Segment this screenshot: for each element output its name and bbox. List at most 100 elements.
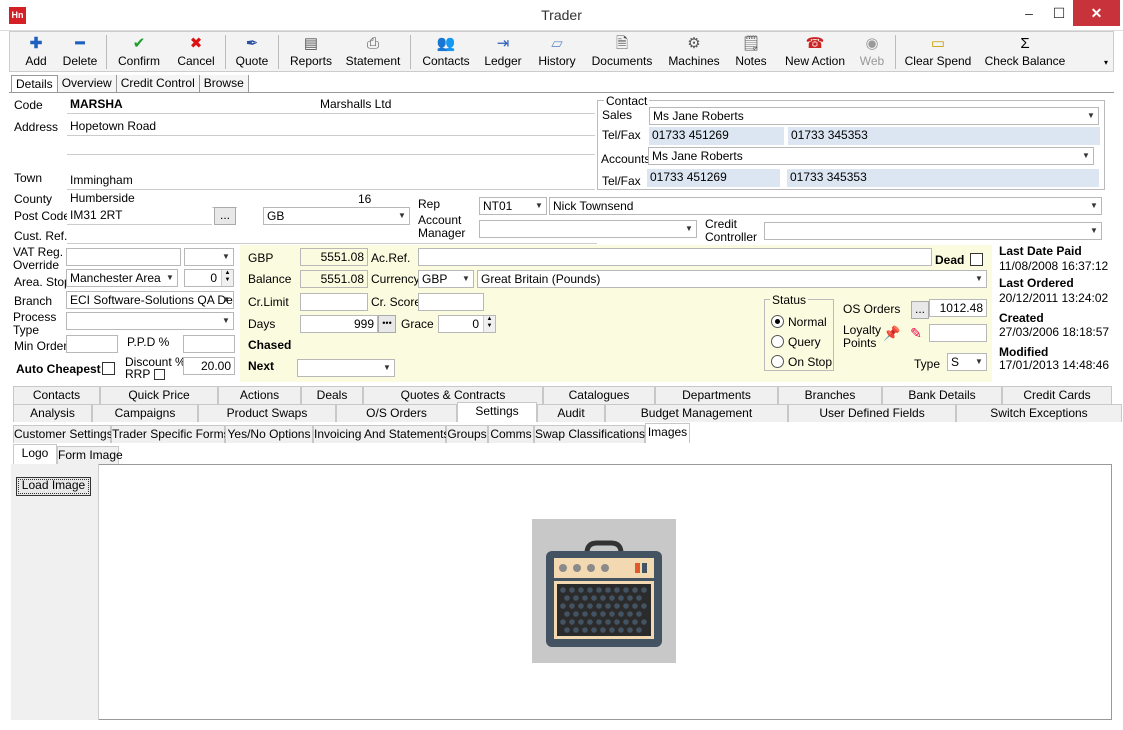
- maximize-button[interactable]: ☐: [1044, 0, 1074, 26]
- tab-details[interactable]: Details: [11, 75, 58, 93]
- currency-code-select[interactable]: GBP ▼: [418, 270, 474, 288]
- status-normal-radio[interactable]: [771, 315, 784, 328]
- notes-button[interactable]: 🗒 Notes: [730, 32, 772, 71]
- tab-credit-cards[interactable]: Credit Cards: [1002, 386, 1112, 404]
- branch-select[interactable]: ECI Software-Solutions QA Dep ▼: [66, 291, 234, 309]
- name-field[interactable]: Marshalls Ltd: [317, 96, 595, 114]
- tab-browse[interactable]: Browse: [199, 75, 249, 93]
- close-button[interactable]: ✕: [1073, 0, 1120, 26]
- address-line1[interactable]: Hopetown Road: [67, 118, 595, 136]
- clear-spend-button[interactable]: ▭ Clear Spend: [902, 32, 974, 71]
- spin-icon[interactable]: ▲ ▼: [221, 270, 233, 286]
- sales-contact-select[interactable]: Ms Jane Roberts ▼: [649, 107, 1099, 125]
- tab-deals[interactable]: Deals: [301, 386, 363, 404]
- tab-yes-no-options[interactable]: Yes/No Options: [225, 425, 313, 443]
- days-button[interactable]: •••: [378, 315, 396, 333]
- tab-logo[interactable]: Logo: [13, 444, 57, 464]
- documents-button[interactable]: 🗎 Documents: [588, 32, 656, 71]
- toolbar-overflow-icon[interactable]: ▾: [1104, 58, 1108, 67]
- cancel-button[interactable]: ✖ Cancel: [170, 32, 222, 71]
- tab-catalogues[interactable]: Catalogues: [543, 386, 655, 404]
- accounts-fax-field[interactable]: 01733 345353: [787, 169, 1099, 187]
- discount-field[interactable]: 20.00: [183, 357, 235, 375]
- postcode-lookup-button[interactable]: ...: [214, 207, 236, 225]
- confirm-button[interactable]: ✔ Confirm: [112, 32, 166, 71]
- delete-button[interactable]: ━ Delete: [58, 32, 102, 71]
- tab-user-defined-fields[interactable]: User Defined Fields: [788, 404, 956, 422]
- machines-button[interactable]: ⚙ Machines: [666, 32, 722, 71]
- tab-audit[interactable]: Audit: [537, 404, 605, 422]
- accounts-contact-select[interactable]: Ms Jane Roberts ▼: [648, 147, 1094, 165]
- status-onstop-radio[interactable]: [771, 355, 784, 368]
- history-button[interactable]: ▱ History: [534, 32, 580, 71]
- spin-icon[interactable]: ▲ ▼: [483, 316, 495, 332]
- tab-trader-specific-forms[interactable]: Trader Specific Forms: [111, 425, 230, 443]
- auto-cheapest-checkbox[interactable]: [102, 362, 115, 375]
- days-field[interactable]: 999: [300, 315, 378, 333]
- os-orders-button[interactable]: ...: [911, 301, 929, 319]
- crlimit-field[interactable]: [300, 293, 368, 311]
- reports-button[interactable]: ▤ Reports: [282, 32, 340, 71]
- vat-select[interactable]: ▼: [184, 248, 234, 266]
- crscore-field[interactable]: [418, 293, 484, 311]
- dead-checkbox[interactable]: [970, 253, 983, 266]
- area-select[interactable]: Manchester Area ▼: [66, 269, 178, 287]
- next-select[interactable]: ▼: [297, 359, 395, 377]
- check-balance-button[interactable]: Σ Check Balance: [980, 32, 1070, 71]
- load-image-button[interactable]: Load Image: [16, 477, 91, 496]
- tab-quick-price[interactable]: Quick Price: [100, 386, 218, 404]
- type-select[interactable]: S ▼: [947, 353, 987, 371]
- credit-controller-select[interactable]: ▼: [764, 222, 1102, 240]
- country-select[interactable]: GB ▼: [263, 207, 410, 225]
- ppd-field[interactable]: [183, 335, 235, 353]
- minorder-field[interactable]: [66, 335, 118, 353]
- vat-field[interactable]: [66, 248, 181, 266]
- pin-icon[interactable]: 📌: [882, 323, 902, 343]
- statement-button[interactable]: ⎙ Statement: [342, 32, 404, 71]
- tab-switch-exceptions[interactable]: Switch Exceptions: [956, 404, 1122, 422]
- process-type-select[interactable]: ▼: [66, 312, 234, 330]
- currency-name-select[interactable]: Great Britain (Pounds) ▼: [477, 270, 987, 288]
- county-field[interactable]: Humberside: [67, 190, 237, 208]
- tab-os-orders[interactable]: O/S Orders: [336, 404, 457, 422]
- tab-comms[interactable]: Comms: [488, 425, 534, 443]
- area-stop-stepper[interactable]: 0 ▲ ▼: [184, 269, 234, 287]
- web-button[interactable]: ◉ Web: [856, 32, 888, 71]
- grace-stepper[interactable]: 0 ▲ ▼: [438, 315, 496, 333]
- account-manager-select[interactable]: ▼: [479, 220, 697, 238]
- ledger-button[interactable]: ⇥ Ledger: [482, 32, 524, 71]
- sales-fax-field[interactable]: 01733 345353: [788, 127, 1100, 145]
- rep-name-select[interactable]: Nick Townsend ▼: [549, 197, 1102, 215]
- tab-invoicing-statements[interactable]: Invoicing And Statements: [313, 425, 449, 443]
- tab-analysis[interactable]: Analysis: [13, 404, 92, 422]
- address-line2[interactable]: [67, 137, 595, 155]
- postcode-field[interactable]: IM31 2RT: [67, 207, 212, 225]
- status-query-radio[interactable]: [771, 335, 784, 348]
- loyalty-tag-icon[interactable]: ✎: [906, 323, 926, 343]
- tab-settings[interactable]: Settings: [457, 402, 537, 422]
- quote-button[interactable]: ✒ Quote: [230, 32, 274, 71]
- contacts-button[interactable]: 👥 Contacts: [420, 32, 472, 71]
- tab-contacts[interactable]: Contacts: [13, 386, 100, 404]
- tab-overview[interactable]: Overview: [57, 75, 117, 93]
- tab-images[interactable]: Images: [645, 423, 690, 443]
- code-field[interactable]: MARSHA: [67, 96, 317, 114]
- sales-tel-field[interactable]: 01733 451269: [649, 127, 784, 145]
- tab-swap-classifications[interactable]: Swap Classifications: [534, 425, 645, 443]
- tab-form-image[interactable]: Form Image: [57, 446, 123, 464]
- add-button[interactable]: ✚ Add: [14, 32, 58, 71]
- acref-field[interactable]: [418, 248, 932, 266]
- tab-branches[interactable]: Branches: [778, 386, 882, 404]
- town-field[interactable]: Immingham: [67, 172, 595, 190]
- tab-campaigns[interactable]: Campaigns: [92, 404, 198, 422]
- rep-code-select[interactable]: NT01 ▼: [479, 197, 547, 215]
- discount-rrp-checkbox[interactable]: [154, 369, 165, 380]
- tab-groups[interactable]: Groups: [446, 425, 488, 443]
- tab-product-swaps[interactable]: Product Swaps: [198, 404, 336, 422]
- address-line3[interactable]: [67, 155, 595, 173]
- tab-budget-management[interactable]: Budget Management: [605, 404, 788, 422]
- minimize-button[interactable]: –: [1014, 0, 1044, 26]
- tab-customer-settings[interactable]: Customer Settings: [13, 425, 113, 443]
- tab-departments[interactable]: Departments: [655, 386, 778, 404]
- new-action-button[interactable]: ☎ New Action: [780, 32, 850, 71]
